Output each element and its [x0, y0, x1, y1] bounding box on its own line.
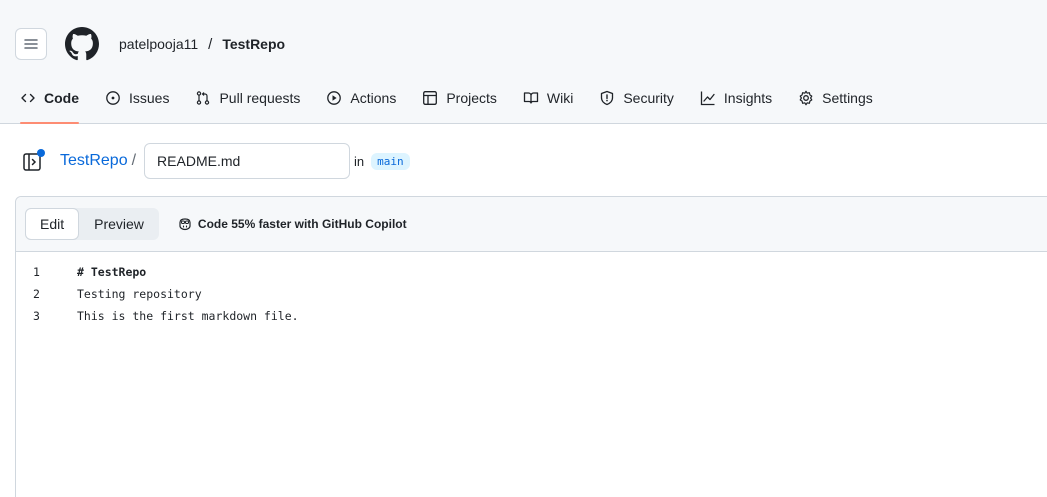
code-icon	[21, 93, 35, 103]
repo-name-link[interactable]: TestRepo	[222, 36, 285, 52]
copilot-promo-text: Code 55% faster with GitHub Copilot	[197, 217, 407, 231]
menu-button[interactable]	[15, 28, 47, 60]
repo-title-bar: patelpooja11 / TestRepo	[15, 26, 285, 62]
repo-nav-tabs: Code Issues Pull requests Actions Projec…	[20, 79, 899, 124]
line-text[interactable]: # TestRepo	[77, 265, 146, 279]
breadcrumb-repo-link[interactable]: TestRepo	[60, 152, 128, 170]
tab-label: Actions	[350, 90, 397, 106]
gear-icon	[799, 90, 813, 106]
tab-label: Pull requests	[219, 90, 301, 106]
code-line: 1 # TestRepo	[16, 261, 1047, 283]
line-text[interactable]: This is the first markdown file.	[77, 309, 299, 323]
breadcrumb-separator: /	[131, 152, 137, 169]
filename-input[interactable]	[144, 143, 351, 179]
title-separator: /	[208, 35, 213, 53]
tab-actions[interactable]: Actions	[326, 79, 396, 117]
tab-pull-requests[interactable]: Pull requests	[195, 79, 300, 117]
tab-wiki[interactable]: Wiki	[523, 79, 573, 117]
tab-label: Code	[44, 90, 79, 106]
line-number: 2	[33, 287, 40, 301]
tab-label: Insights	[723, 90, 773, 106]
github-mark-icon	[65, 27, 99, 61]
file-tree-toggle[interactable]	[22, 149, 46, 173]
tab-insights[interactable]: Insights	[700, 79, 772, 117]
copilot-promo-link[interactable]: Code 55% faster with GitHub Copilot	[177, 216, 407, 232]
shield-icon	[601, 90, 614, 106]
tab-issues[interactable]: Issues	[105, 79, 169, 117]
tab-label: Settings	[822, 90, 873, 106]
in-label: in	[354, 153, 365, 169]
tab-projects[interactable]: Projects	[422, 79, 497, 117]
edit-preview-toggle: Edit Preview	[25, 208, 159, 240]
notification-dot	[37, 149, 45, 157]
book-icon	[523, 92, 539, 104]
line-text[interactable]: Testing repository	[77, 287, 202, 301]
branch-badge[interactable]: main	[371, 152, 410, 170]
hamburger-icon	[24, 39, 38, 49]
github-logo[interactable]	[65, 27, 99, 61]
tab-label: Projects	[446, 90, 497, 106]
active-tab-indicator	[20, 122, 79, 124]
graph-icon	[700, 91, 715, 106]
tab-code[interactable]: Code	[20, 79, 79, 124]
code-line: 2 Testing repository	[16, 283, 1047, 305]
code-line: 3 This is the first markdown file.	[16, 305, 1047, 327]
preview-tab-button[interactable]: Preview	[79, 208, 159, 240]
table-icon	[423, 91, 438, 105]
issue-icon	[106, 91, 120, 105]
file-path-bar: TestRepo / in main	[22, 143, 410, 179]
code-editor-area[interactable]: 1 # TestRepo 2 Testing repository 3 This…	[16, 261, 1047, 327]
repo-header: patelpooja11 / TestRepo Code Issues Pull…	[0, 0, 1047, 124]
tab-settings[interactable]: Settings	[798, 79, 873, 117]
tab-label: Wiki	[546, 90, 574, 106]
tab-label: Issues	[129, 90, 170, 106]
repo-owner-link[interactable]: patelpooja11	[119, 36, 198, 52]
tab-label: Security	[623, 90, 674, 106]
line-number: 3	[33, 309, 40, 323]
play-icon	[327, 91, 342, 105]
line-number: 1	[33, 265, 40, 279]
file-editor: Edit Preview Code 55% faster with GitHub…	[15, 196, 1047, 497]
editor-toolbar: Edit Preview Code 55% faster with GitHub…	[16, 197, 1047, 252]
edit-tab-button[interactable]: Edit	[25, 208, 80, 240]
pull-request-icon	[197, 91, 210, 105]
copilot-icon	[179, 218, 191, 231]
tab-security[interactable]: Security	[599, 79, 674, 117]
